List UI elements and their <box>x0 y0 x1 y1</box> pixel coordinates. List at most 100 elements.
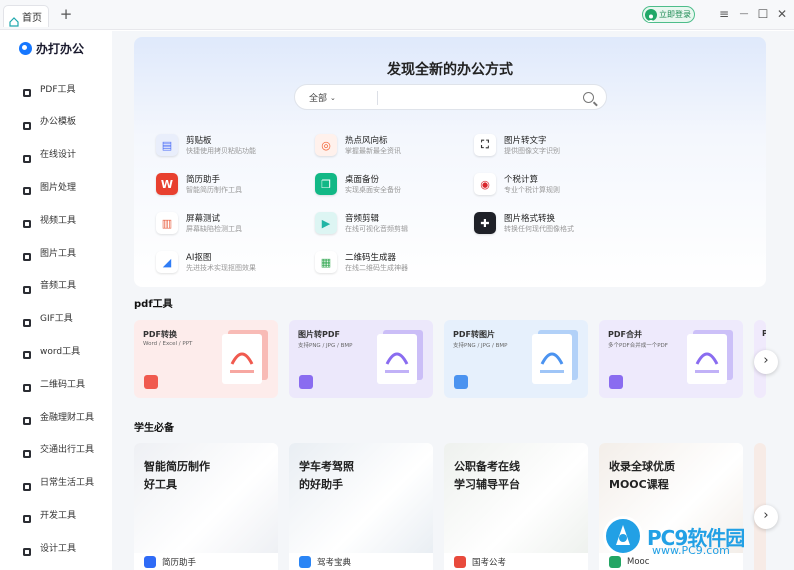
pdf-badge-icon <box>609 375 623 389</box>
tool-item[interactable]: ▶ 音频剪辑 在线可视化音频剪辑 <box>315 211 465 237</box>
sidebar-item-design-tool[interactable]: 设计工具 <box>22 539 76 557</box>
app-icon <box>144 556 156 568</box>
hero-title: 发现全新的办公方式 <box>387 62 513 78</box>
pdf-card-subtitle: 多个PDF合并成一个PDF <box>608 343 668 349</box>
sidebar-item-gif[interactable]: GIF工具 <box>22 310 73 327</box>
sidebar-item-design[interactable]: 在线设计 <box>22 146 76 163</box>
gif-icon <box>22 313 32 327</box>
menu-icon[interactable]: ≡ <box>716 6 732 22</box>
watermark: PC9软件园 www.PC9.com <box>603 516 745 557</box>
new-tab-button[interactable]: + <box>59 7 73 22</box>
sidebar-item-label: 视频工具 <box>40 215 77 226</box>
sidebar-item-image-process[interactable]: 图片处理 <box>22 178 76 196</box>
search-input[interactable] <box>385 88 565 106</box>
tool-item[interactable]: ◉ 个税计算 专业个税计算规则 <box>474 172 624 198</box>
sidebar-item-qrcode[interactable]: 二维码工具 <box>22 375 86 393</box>
tool-item[interactable]: ⛶ 图片转文字 提供图像文字识别 <box>474 133 624 159</box>
tool-icon: ◉ <box>474 173 496 195</box>
student-card[interactable]: 学车考驾照 的好助手 驾考宝典 <box>289 443 433 570</box>
tool-desc: 实现桌面安全备份 <box>345 186 401 194</box>
pdf-badge-icon <box>144 375 158 389</box>
audio-icon <box>22 280 32 294</box>
student-card-app-name: 简历助手 <box>162 558 197 568</box>
app-icon <box>454 556 466 568</box>
sidebar-item-image[interactable]: 图片工具 <box>22 244 76 261</box>
pdf-card[interactable]: PDF合并 多个PDF合并成一个PDF <box>599 320 743 398</box>
sidebar-item-label: 日常生活工具 <box>40 478 95 489</box>
sidebar-item-audio[interactable]: 音频工具 <box>22 277 76 294</box>
pdf-card[interactable]: 图片转PDF 支持PNG / JPG / BMP <box>289 320 433 398</box>
tool-item[interactable]: ◢ AI抠图 先进技术实现抠图效果 <box>156 250 306 276</box>
login-button[interactable]: 立即登录 <box>642 6 695 23</box>
student-card-app-name: Mooc <box>627 557 650 567</box>
image-process-icon <box>22 181 32 196</box>
tool-item[interactable]: ▥ 屏幕测试 屏幕缺陷检测工具 <box>156 211 306 237</box>
tool-icon: ⛶ <box>474 134 496 156</box>
tool-desc: 掌握最新最全资讯 <box>345 147 401 155</box>
logo-icon <box>19 42 32 55</box>
search-icon[interactable] <box>583 92 594 103</box>
image-icon <box>22 247 32 261</box>
design-icon <box>22 149 32 163</box>
tool-item[interactable]: ◎ 热点风向标 掌握最新最全资讯 <box>315 133 465 159</box>
sidebar-item-daily[interactable]: 日常生活工具 <box>22 474 95 491</box>
sidebar-item-template[interactable]: 办公模板 <box>22 113 76 130</box>
tool-icon: ❐ <box>315 173 337 195</box>
student-section-title: 学生必备 <box>134 423 174 434</box>
sidebar-item-dev[interactable]: 开发工具 <box>22 506 76 524</box>
tab-home[interactable]: 首页 <box>3 5 49 27</box>
tool-icon: ▥ <box>156 212 178 234</box>
qrcode-icon <box>22 378 32 393</box>
tool-icon: ◢ <box>156 251 178 273</box>
title-bar: 首页 + 立即登录 ≡ — ☐ ✕ <box>0 0 794 30</box>
tool-desc: 先进技术实现抠图效果 <box>186 264 256 272</box>
tool-name: 桌面备份 <box>345 175 380 185</box>
sidebar-item-finance[interactable]: 金融理财工具 <box>22 408 94 425</box>
tool-item[interactable]: ❐ 桌面备份 实现桌面安全备份 <box>315 172 465 198</box>
traffic-icon <box>22 444 32 458</box>
close-button[interactable]: ✕ <box>774 6 790 22</box>
sidebar: 办打办公 PDF工具办公模板在线设计图片处理视频工具图片工具音频工具 GIF工具 w… <box>0 31 112 570</box>
sidebar-item-word[interactable]: word工具 <box>22 342 81 360</box>
sidebar-item-video[interactable]: 视频工具 <box>22 211 77 229</box>
pdf-card-subtitle: Word / Excel / PPT <box>143 341 193 347</box>
tool-item[interactable]: ✚ 图片格式转换 转换任何现代图像格式 <box>474 211 624 237</box>
chevron-down-icon: ⌄ <box>330 93 336 102</box>
search-category-dropdown[interactable]: 全部 ⌄ <box>309 91 336 105</box>
pdf-card-title: P <box>762 329 766 338</box>
tool-name: 热点风向标 <box>345 136 388 146</box>
tool-item[interactable]: ▤ 剪贴板 快捷使用拷贝粘贴功能 <box>156 133 306 159</box>
sidebar-item-label: PDF工具 <box>40 84 76 95</box>
tool-name: 图片格式转换 <box>504 214 556 224</box>
logo-text: 办打办公 <box>36 42 85 56</box>
sidebar-item-traffic[interactable]: 交通出行工具 <box>22 441 95 458</box>
scrollbar[interactable] <box>788 71 794 561</box>
minimize-button[interactable]: — <box>736 6 752 22</box>
maximize-button[interactable]: ☐ <box>755 6 771 22</box>
pdf-card-title: PDF转换 <box>143 330 177 339</box>
search-category-label: 全部 <box>309 94 328 104</box>
pdf-badge-icon <box>454 375 468 389</box>
sidebar-item-pdf[interactable]: PDF工具 <box>22 80 76 97</box>
sidebar-item-label: 交通出行工具 <box>40 445 95 456</box>
video-icon <box>22 214 32 229</box>
app-logo: 办打办公 <box>19 40 84 57</box>
tool-name: 屏幕测试 <box>186 214 221 224</box>
student-next-button[interactable]: › <box>754 505 778 529</box>
tool-item[interactable]: ▦ 二维码生成器 在线二维码生成神器 <box>315 250 465 276</box>
student-card[interactable]: 公职备考在线 学习辅导平台 国考公考 <box>444 443 588 570</box>
tool-desc: 转换任何现代图像格式 <box>504 225 574 233</box>
student-card[interactable]: 智能简历制作 好工具简历助手 <box>134 443 278 570</box>
sidebar-item-label: word工具 <box>40 346 81 357</box>
pdf-next-button[interactable]: › <box>754 350 778 374</box>
tool-item[interactable]: W 简历助手 智能简历制作工具 <box>156 172 306 198</box>
home-icon <box>9 12 19 27</box>
tool-name: 简历助手 <box>186 175 221 185</box>
pdf-card-subtitle: 支持PNG / JPG / BMP <box>298 343 353 349</box>
sidebar-item-label: 二维码工具 <box>40 379 86 390</box>
word-icon <box>22 345 32 360</box>
student-card-title: 智能简历制作 好工具 <box>144 460 210 491</box>
pdf-card[interactable]: PDF转换 Word / Excel / PPT <box>134 320 278 398</box>
pdf-document-icon <box>222 334 262 384</box>
pdf-card[interactable]: PDF转图片 支持PNG / JPG / BMP <box>444 320 588 398</box>
